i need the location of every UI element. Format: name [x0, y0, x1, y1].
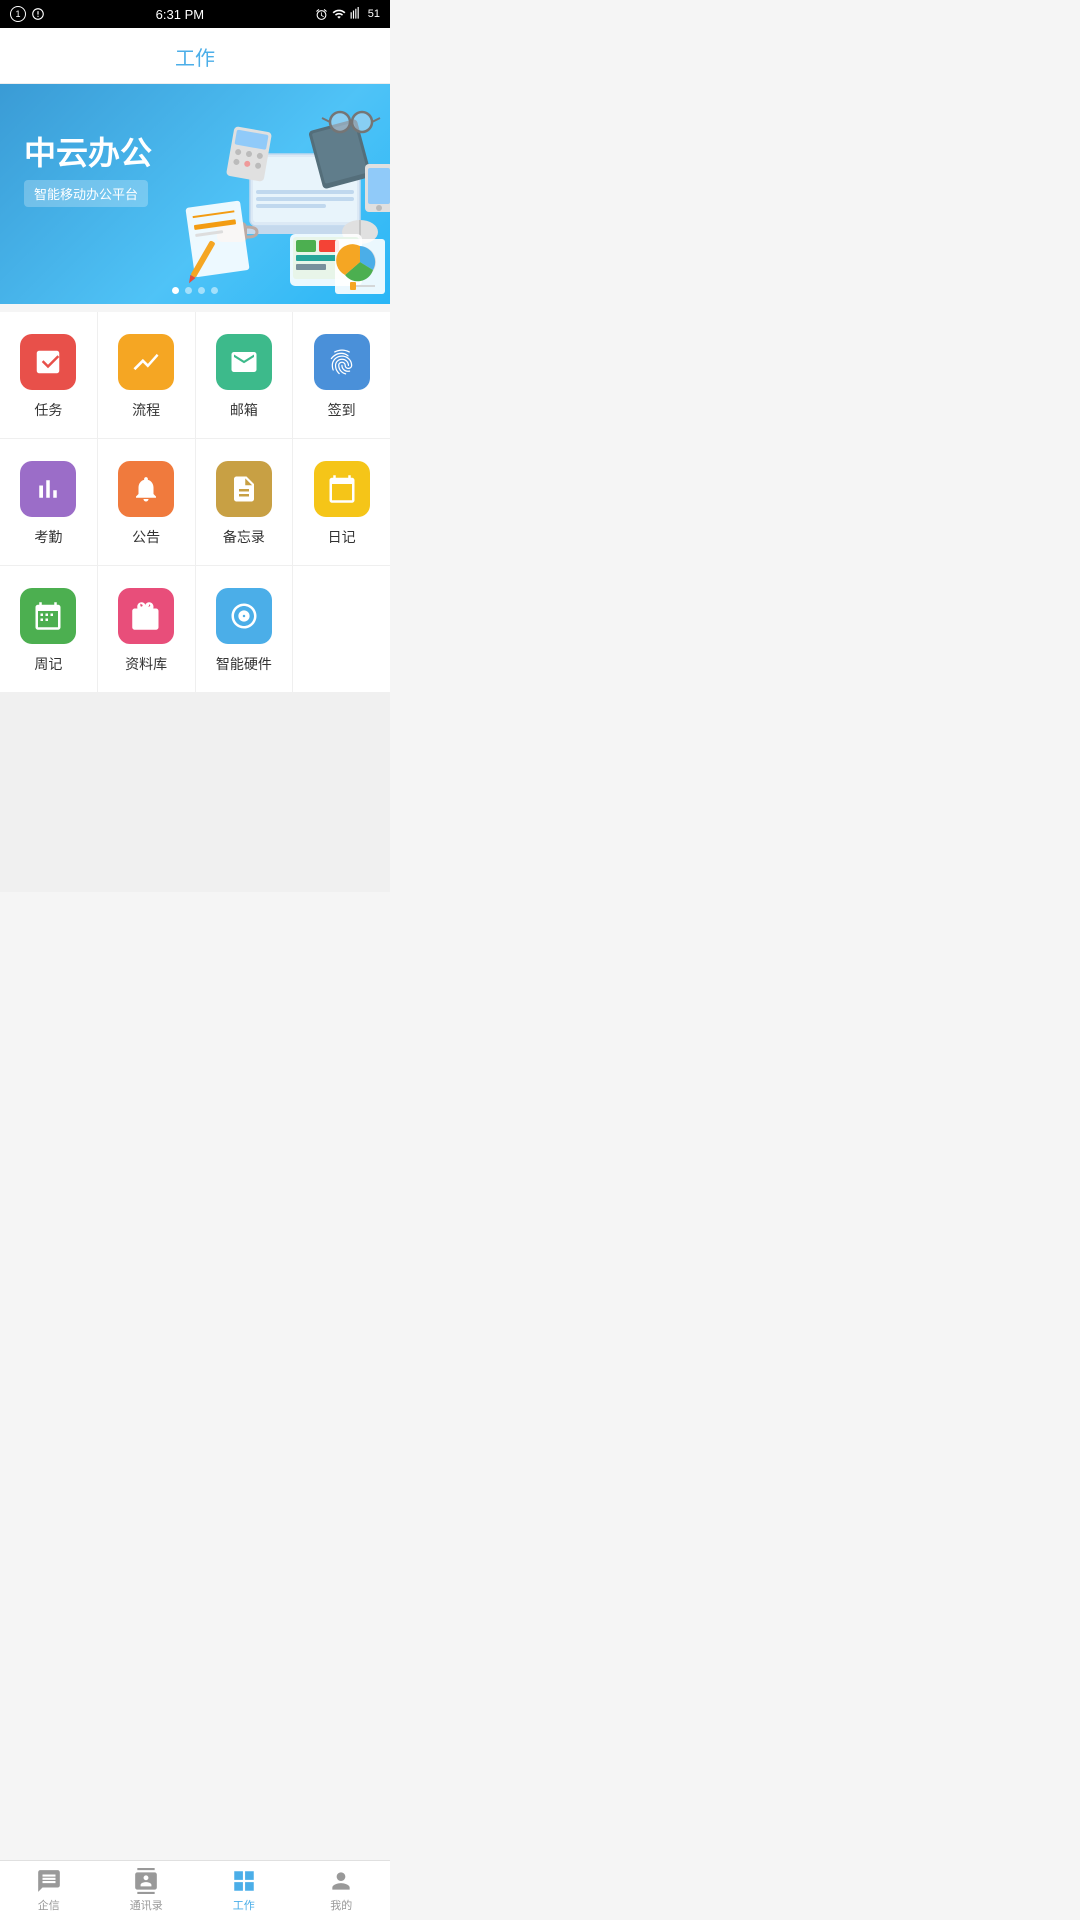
hardware-label: 智能硬件 [216, 654, 272, 674]
task-label: 任务 [34, 400, 62, 420]
diary-icon [327, 474, 357, 504]
attend-icon [33, 474, 63, 504]
dot-1 [172, 287, 179, 294]
hardware-icon [229, 601, 259, 631]
grid-row-2: 考勤 公告 备忘录 日记 [0, 439, 390, 566]
grid-row-1: 任务 流程 邮箱 签到 [0, 312, 390, 439]
banner: 中云办公 智能移动办公平台 [0, 84, 390, 304]
weekly-icon-bg [20, 588, 76, 644]
mine-tab-icon [328, 1868, 354, 1894]
dot-3 [198, 287, 205, 294]
tab-bar: 企信 通讯录 工作 我的 [0, 1860, 390, 1920]
process-label: 流程 [132, 400, 160, 420]
library-label: 资料库 [125, 654, 167, 674]
grid-item-hardware[interactable]: 智能硬件 [196, 566, 294, 692]
grid-item-memo[interactable]: 备忘录 [196, 439, 294, 565]
process-icon-bg [118, 334, 174, 390]
status-right: 51 [315, 7, 380, 21]
grid-item-attend[interactable]: 考勤 [0, 439, 98, 565]
weekly-label: 周记 [34, 654, 62, 674]
memo-icon-bg [216, 461, 272, 517]
gray-area [0, 692, 390, 892]
mail-icon-bg [216, 334, 272, 390]
banner-subtitle: 智能移动办公平台 [24, 180, 148, 207]
battery-level: 51 [368, 8, 380, 20]
tab-mine-label: 我的 [330, 1897, 352, 1913]
dot-2 [185, 287, 192, 294]
signal-icon [350, 7, 364, 21]
notice-icon [131, 474, 161, 504]
tab-qixin-label: 企信 [38, 1897, 60, 1913]
task-icon [33, 347, 63, 377]
grid-item-diary[interactable]: 日记 [293, 439, 390, 565]
task-icon-bg [20, 334, 76, 390]
tab-mine[interactable]: 我的 [293, 1861, 391, 1920]
weekly-icon [33, 601, 63, 631]
page-title: 工作 [0, 42, 390, 71]
status-bar: 1 6:31 PM 51 [0, 0, 390, 28]
grid-item-empty [293, 566, 390, 692]
tab-qixin[interactable]: 企信 [0, 1861, 98, 1920]
attend-icon-bg [20, 461, 76, 517]
diary-label: 日记 [328, 527, 356, 547]
process-icon [131, 347, 161, 377]
grid-item-checkin[interactable]: 签到 [293, 312, 390, 438]
memo-label: 备忘录 [223, 527, 265, 547]
grid-item-mail[interactable]: 邮箱 [196, 312, 294, 438]
fingerprint-icon [327, 347, 357, 377]
banner-title: 中云办公 [24, 134, 152, 172]
wifi-icon [332, 7, 346, 21]
notice-label: 公告 [132, 527, 160, 547]
library-icon [131, 601, 161, 631]
dot-4 [211, 287, 218, 294]
alarm-icon [315, 8, 328, 21]
checkin-icon-bg [314, 334, 370, 390]
status-num: 1 [10, 6, 26, 22]
attend-label: 考勤 [34, 527, 62, 547]
grid-item-library[interactable]: 资料库 [98, 566, 196, 692]
mail-label: 邮箱 [230, 400, 258, 420]
work-tab-icon [231, 1868, 257, 1894]
grid-section: 任务 流程 邮箱 签到 [0, 312, 390, 692]
status-time: 6:31 PM [156, 7, 204, 22]
banner-text: 中云办公 智能移动办公平台 [24, 134, 152, 207]
mail-icon [229, 347, 259, 377]
status-left: 1 [10, 6, 45, 22]
notice-icon-bg [118, 461, 174, 517]
grid-item-process[interactable]: 流程 [98, 312, 196, 438]
cat-icon [31, 7, 45, 21]
tab-contacts[interactable]: 通讯录 [98, 1861, 196, 1920]
banner-dots [172, 287, 218, 294]
grid-item-task[interactable]: 任务 [0, 312, 98, 438]
banner-illustration [160, 84, 390, 304]
grid-item-weekly[interactable]: 周记 [0, 566, 98, 692]
tab-work-label: 工作 [233, 1897, 255, 1913]
tab-work[interactable]: 工作 [195, 1861, 293, 1920]
checkin-label: 签到 [328, 400, 356, 420]
page-header: 工作 [0, 28, 390, 84]
grid-item-notice[interactable]: 公告 [98, 439, 196, 565]
qixin-tab-icon [36, 1868, 62, 1894]
grid-row-3: 周记 资料库 智能硬件 [0, 566, 390, 692]
library-icon-bg [118, 588, 174, 644]
hardware-icon-bg [216, 588, 272, 644]
diary-icon-bg [314, 461, 370, 517]
contacts-tab-icon [133, 1868, 159, 1894]
memo-icon [229, 474, 259, 504]
tab-contacts-label: 通讯录 [130, 1897, 163, 1913]
